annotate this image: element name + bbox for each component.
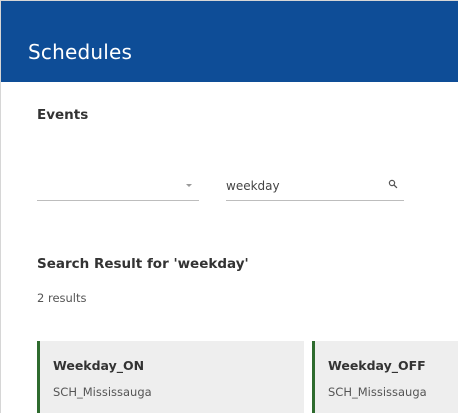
schedule-card-name: Weekday_OFF — [328, 358, 426, 373]
schedules-app: Schedules Events Search Result for 'week… — [0, 0, 458, 413]
header-bar: Schedules — [1, 1, 458, 82]
chevron-down-icon[interactable] — [186, 184, 192, 187]
search-field — [226, 175, 404, 201]
schedule-card-name: Weekday_ON — [53, 358, 145, 373]
schedule-card[interactable]: Weekday_ON SCH_Mississauga — [37, 341, 304, 413]
search-results-title: Search Result for 'weekday' — [37, 256, 249, 272]
schedule-card-location: SCH_Mississauga — [53, 385, 152, 399]
main-content: Events Search Result for 'weekday' 2 res… — [1, 82, 458, 413]
schedule-card-location: SCH_Mississauga — [328, 385, 427, 399]
search-icon[interactable] — [388, 179, 398, 189]
search-input[interactable] — [226, 175, 376, 197]
schedule-card[interactable]: Weekday_OFF SCH_Mississauga — [312, 341, 458, 413]
events-section-title: Events — [37, 107, 89, 123]
event-filter-select[interactable] — [37, 175, 199, 201]
results-count: 2 results — [37, 291, 87, 305]
page-title: Schedules — [28, 40, 133, 64]
